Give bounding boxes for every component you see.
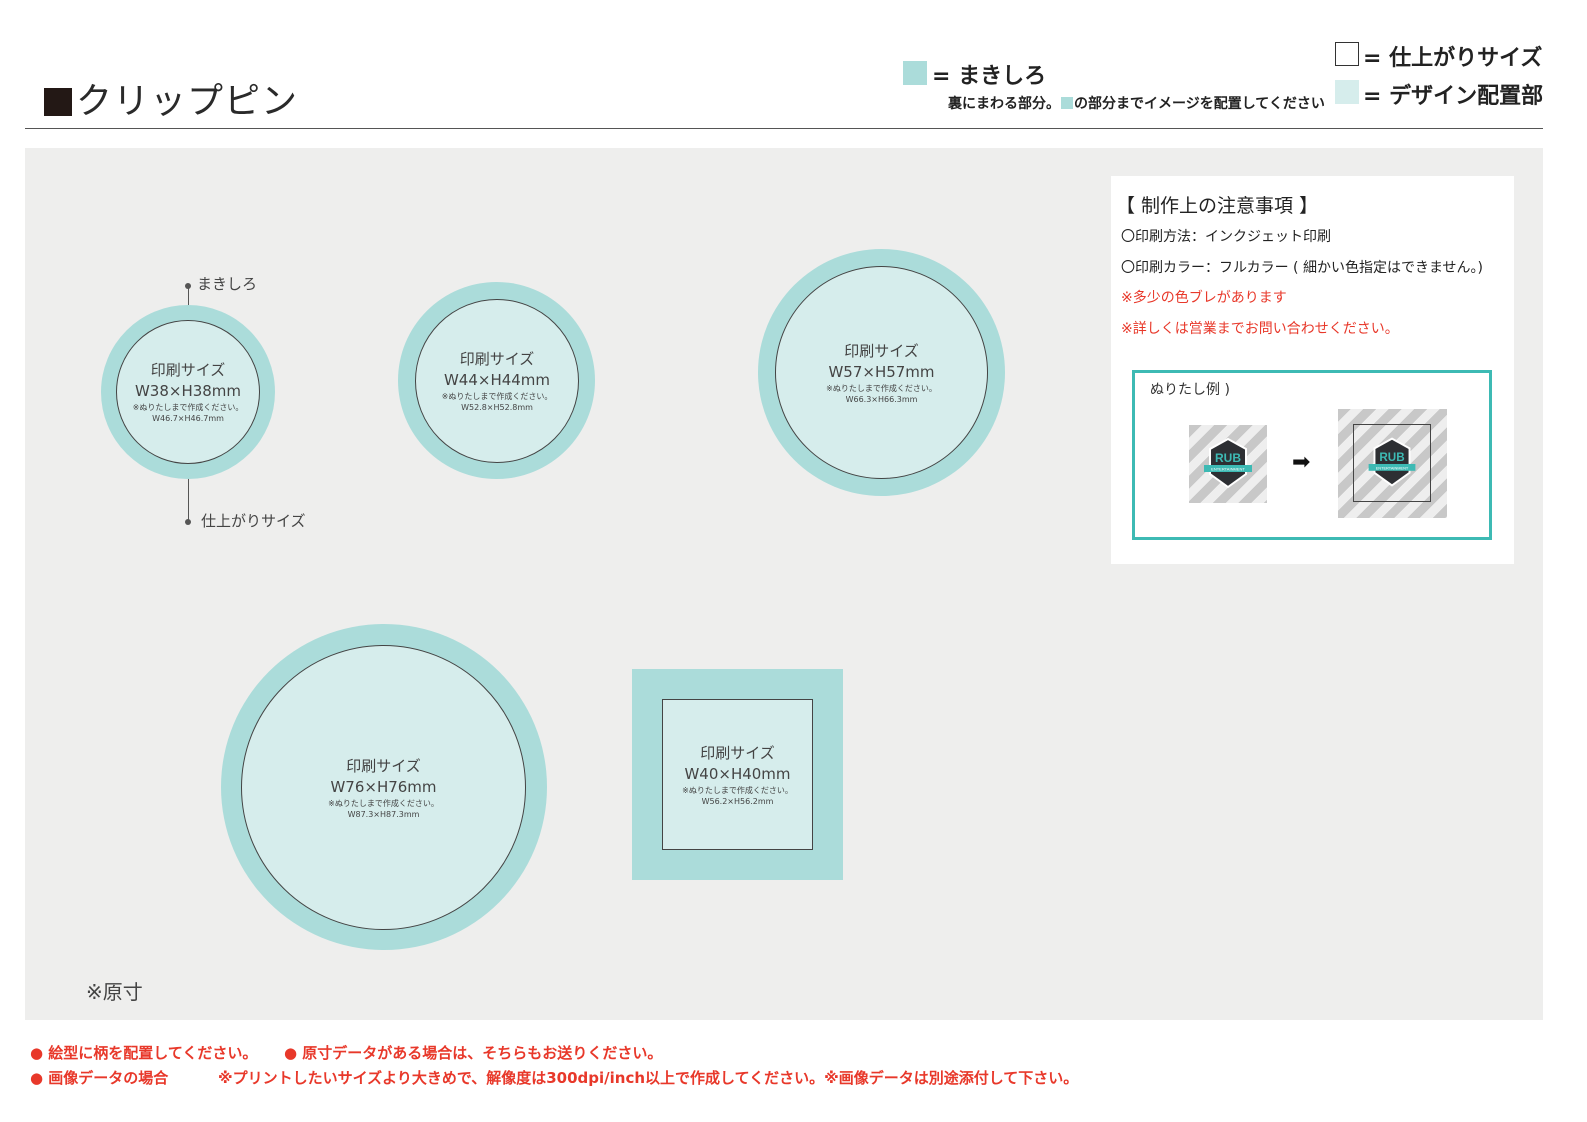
bleed-note: ※ぬりたしまで作成ください。: [682, 785, 793, 795]
mini-bleed-swatch: [1061, 97, 1073, 109]
bleed-size-value: W52.8×H52.8mm: [461, 403, 533, 412]
notes-print-method: 〇印刷方法：インクジェット印刷: [1121, 229, 1331, 245]
print-size-value: W57×H57mm: [828, 362, 935, 381]
print-size-value: W38×H38mm: [134, 382, 242, 400]
notes-print-color: 〇印刷カラー：フルカラー ( 細かい色指定はできません。): [1121, 260, 1483, 276]
bleed-size-value: W87.3×H87.3mm: [347, 809, 420, 819]
example-before-image: RUB ENTERTAINMENT: [1189, 425, 1267, 503]
legend-bleed-note: 裏にまわる部分。 の部分までイメージを配置してください: [948, 96, 1325, 112]
footer-note-resolution: ※プリントしたいサイズより大きめで、解像度は300dpi/inch以上で作成して…: [218, 1069, 1079, 1087]
pin-38mm-design: 印刷サイズ W38×H38mm ※ぬりたしまで作成ください。 W46.7×H46…: [116, 320, 260, 464]
page-title: クリップピン: [44, 72, 298, 124]
legend-bleed-label: = まきしろ: [932, 64, 1047, 89]
finish-swatch: [1335, 42, 1359, 66]
print-size-label: 印刷サイズ: [150, 361, 226, 379]
bleed-note: ※ぬりたしまで作成ください。: [132, 403, 244, 412]
pin-40mm-square-design: 印刷サイズ W40×H40mm ※ぬりたしまで作成ください。 W56.2×H56…: [662, 699, 813, 850]
bleed-note: ※ぬりたしまで作成ください。: [441, 392, 553, 401]
notes-warning-color-variance: ※多少の色ブレがあります: [1121, 290, 1287, 306]
logo-text: RUB: [1379, 451, 1404, 464]
pin-57mm-design: 印刷サイズ W57×H57mm ※ぬりたしまで作成ください。 W66.3×H66…: [775, 266, 988, 479]
header-divider: [25, 128, 1543, 129]
bleed-note: ※ぬりたしまで作成ください。: [826, 383, 937, 393]
footer-note-original-data: ● 原寸データがある場合は、そちらもお送りください。: [284, 1044, 663, 1062]
print-size-label: 印刷サイズ: [844, 341, 919, 360]
bleed-size-value: W56.2×H56.2mm: [701, 796, 774, 806]
callout-line-bleed: [188, 286, 189, 306]
pin-44mm-design: 印刷サイズ W44×H44mm ※ぬりたしまで作成ください。 W52.8×H52…: [415, 299, 579, 463]
rub-logo-icon: RUB ENTERTAINMENT: [1204, 437, 1252, 489]
footer-note-place-pattern: ● 絵型に柄を配置してください。: [30, 1044, 258, 1062]
logo-subtext: ENTERTAINMENT: [1211, 467, 1245, 472]
notes-heading: 【 制作上の注意事項 】: [1116, 195, 1319, 217]
print-size-value: W44×H44mm: [443, 371, 551, 389]
print-size-label: 印刷サイズ: [346, 756, 421, 775]
bleed-size-value: W46.7×H46.7mm: [152, 414, 224, 423]
print-size-label: 印刷サイズ: [700, 743, 775, 762]
callout-finish-label: 仕上がりサイズ: [201, 512, 306, 530]
bleed-note: ※ぬりたしまで作成ください。: [328, 798, 439, 808]
callout-dot-finish: [185, 519, 191, 525]
logo-subtext: ENTERTAINMENT: [1376, 465, 1409, 470]
example-finish-outline: RUB ENTERTAINMENT: [1353, 424, 1431, 502]
design-swatch: [1335, 80, 1359, 104]
actual-size-note: ※原寸: [86, 980, 143, 1004]
arrow-right-icon: ➡: [1292, 450, 1311, 475]
rub-logo-icon: RUB ENTERTAINMENT: [1368, 437, 1416, 487]
bleed-example-label: ぬりたし例 ): [1150, 382, 1230, 398]
notes-warning-contact: ※詳しくは営業までお問い合わせください。: [1121, 321, 1399, 337]
bleed-size-value: W66.3×H66.3mm: [845, 394, 918, 404]
legend-finish-label: = 仕上がりサイズ: [1363, 46, 1543, 71]
bleed-swatch: [903, 61, 927, 85]
legend-design-label: = デザイン配置部: [1363, 84, 1544, 109]
print-size-value: W40×H40mm: [684, 764, 791, 783]
footer-note-image-data: ● 画像データの場合: [30, 1069, 169, 1087]
logo-text: RUB: [1215, 451, 1241, 465]
title-square-icon: [44, 88, 72, 116]
print-size-label: 印刷サイズ: [459, 350, 535, 368]
callout-bleed-label: まきしろ: [197, 275, 258, 293]
pin-76mm-design: 印刷サイズ W76×H76mm ※ぬりたしまで作成ください。 W87.3×H87…: [241, 645, 526, 930]
print-size-value: W76×H76mm: [330, 777, 437, 796]
